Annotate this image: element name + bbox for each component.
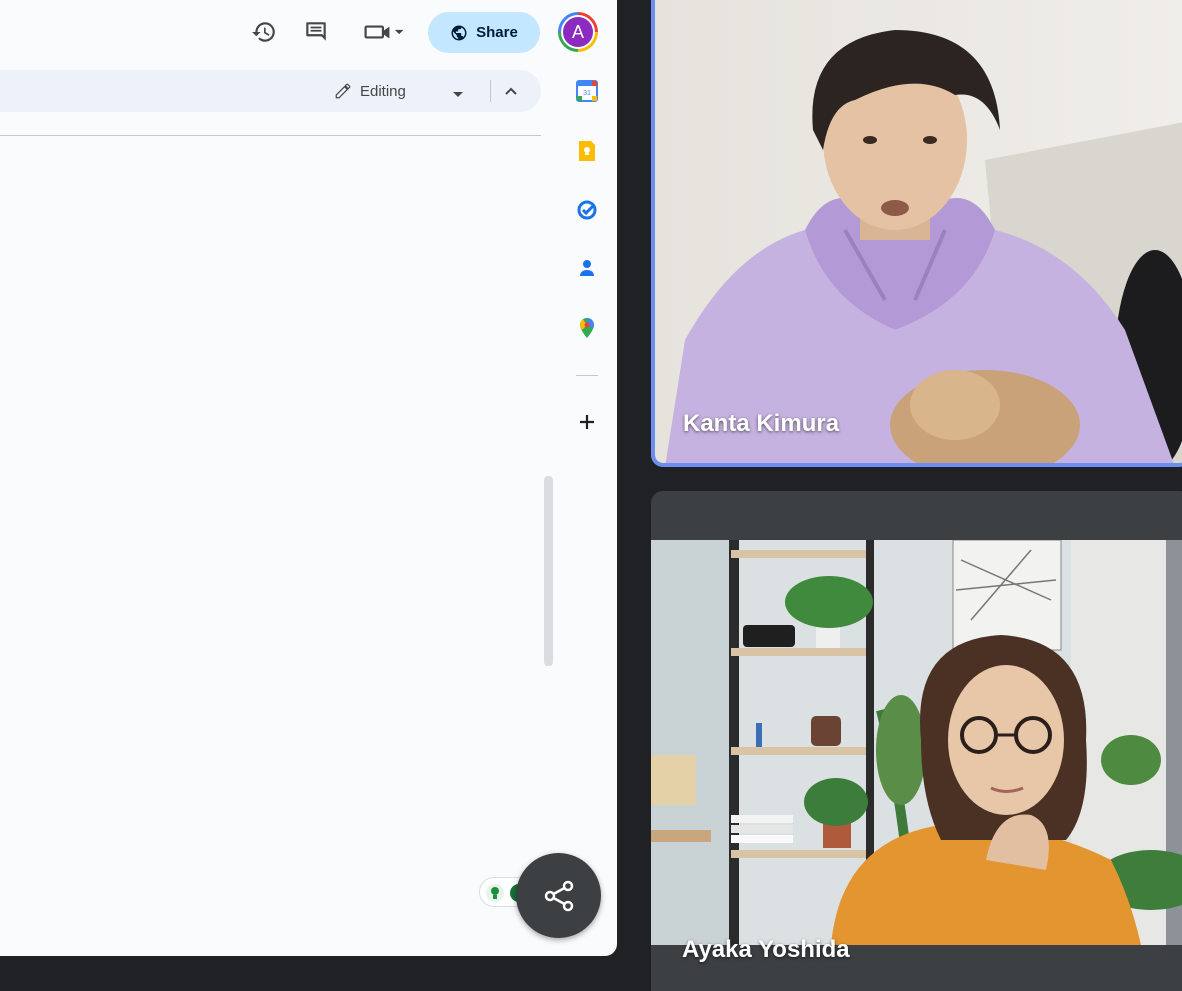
participant-name: Ayaka Yoshida [682,936,850,963]
tasks-icon[interactable] [576,199,598,221]
editing-mode-button[interactable]: Editing [334,78,406,104]
svg-text:31: 31 [583,90,591,97]
lightbulb-icon [486,884,504,902]
version-history-icon[interactable] [249,17,279,47]
comment-icon[interactable] [301,17,331,47]
participant-video [651,540,1182,945]
meet-camera-icon[interactable] [360,17,408,47]
account-avatar[interactable]: A [558,12,598,52]
globe-icon [451,25,467,40]
ruler-divider [0,135,541,136]
share-button-label: Share [476,24,518,41]
participant-tile-kanta[interactable]: Kanta Kimura [651,0,1182,467]
chevron-down-icon[interactable] [452,86,464,104]
side-panel-divider [576,375,598,376]
docs-toolbar: Editing [0,70,541,112]
share-icon [544,880,573,911]
add-icon[interactable] [576,411,598,433]
chevron-up-icon[interactable] [500,80,522,102]
calendar-icon[interactable]: 31 [576,80,598,102]
participant-name: Kanta Kimura [683,410,840,437]
docs-window: Share A Editing 31 [0,0,617,956]
maps-icon[interactable] [576,317,598,339]
participant-video [655,0,1182,463]
participant-tile-ayaka[interactable]: Ayaka Yoshida [651,491,1182,991]
docs-topbar: Share A [0,0,617,64]
pencil-icon [335,83,351,99]
editing-mode-label: Editing [360,82,406,100]
document-scrollbar[interactable] [544,476,553,666]
avatar-initial: A [561,15,595,49]
share-fab-button[interactable] [516,853,601,938]
share-button[interactable]: Share [428,12,540,53]
keep-icon[interactable] [576,140,598,162]
toolbar-divider [490,80,491,102]
contacts-icon[interactable] [576,258,598,280]
